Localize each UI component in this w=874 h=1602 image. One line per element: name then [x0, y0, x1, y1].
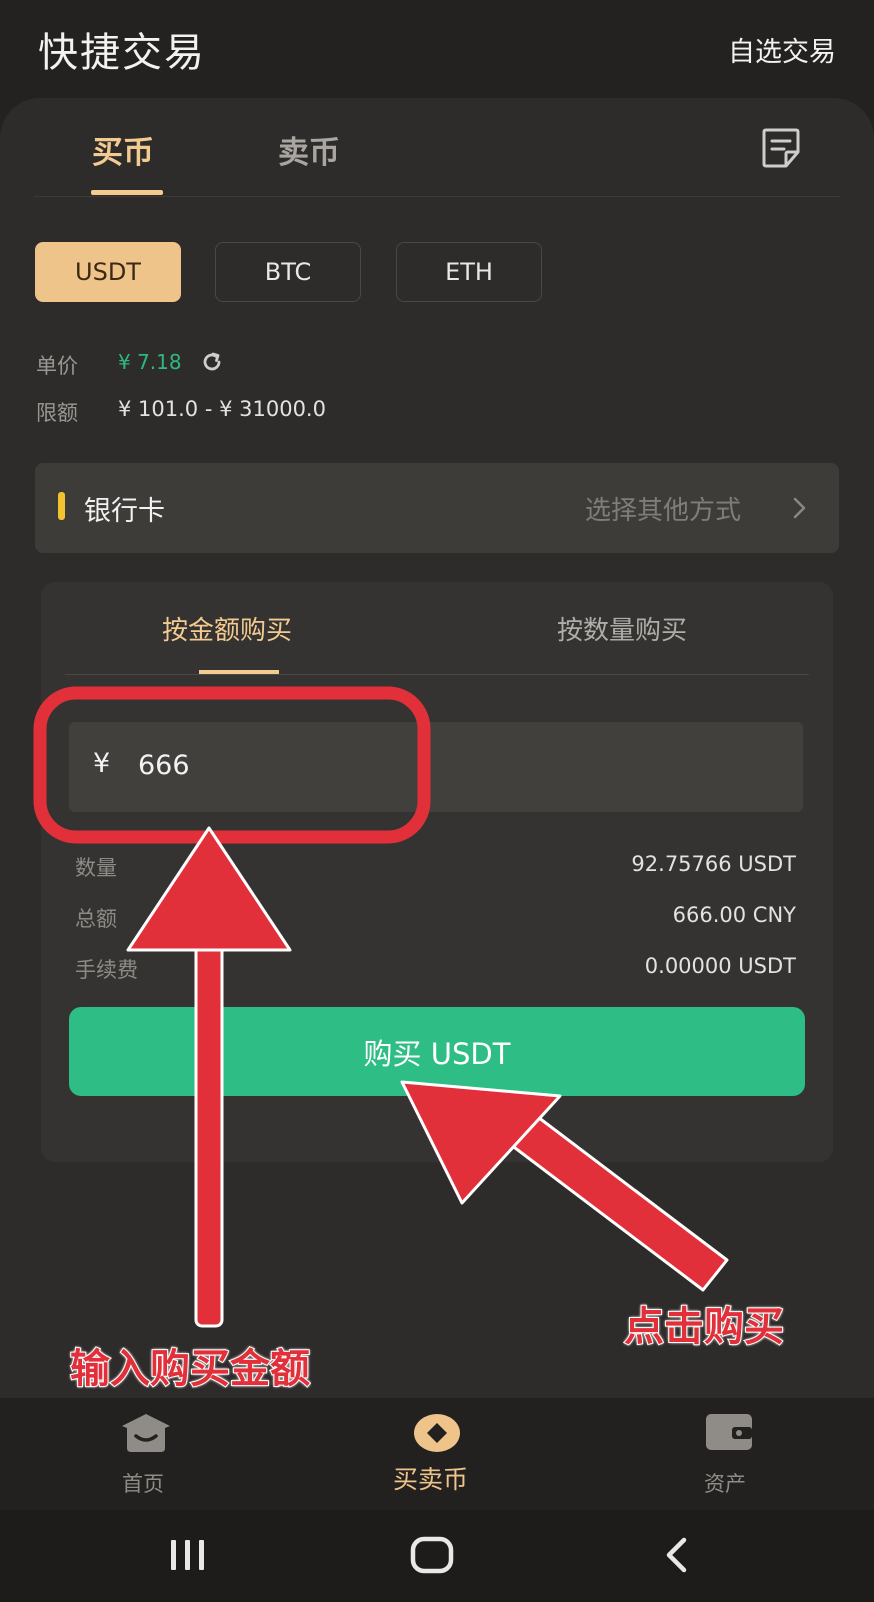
price-label: 单价 [36, 354, 78, 378]
coin-eth-button[interactable]: ETH [396, 242, 542, 302]
limit-value: ¥ 101.0 - ¥ 31000.0 [118, 397, 326, 421]
enter-amount-annotation: 输入购买金额 [69, 1345, 311, 1393]
back-icon[interactable] [662, 1536, 690, 1578]
nav-assets-label[interactable]: 资产 [704, 1468, 746, 1498]
chevron-right-icon [792, 496, 808, 520]
price-value: ¥ 7.18 [118, 350, 182, 374]
fee-value: 0.00000 USDT [644, 954, 796, 978]
choose-other-method[interactable]: 选择其他方式 [585, 490, 741, 527]
buy-usdt-button[interactable]: 购买 USDT [69, 1007, 805, 1096]
total-value: 666.00 CNY [672, 903, 796, 927]
custom-trade-link[interactable]: 自选交易 [728, 30, 836, 69]
wallet-icon[interactable] [704, 1412, 754, 1456]
tab-buy[interactable]: 买币 [92, 127, 154, 172]
trade-icon[interactable] [413, 1412, 461, 1458]
quantity-label: 数量 [75, 856, 117, 880]
tab-buy-by-quantity[interactable]: 按数量购买 [557, 610, 687, 647]
coin-usdt-button[interactable]: USDT [35, 242, 181, 302]
click-buy-annotation: 点击购买 [623, 1303, 785, 1351]
tab-buy-indicator [91, 190, 163, 195]
limit-label: 限额 [36, 401, 78, 425]
tab-sell[interactable]: 卖币 [278, 127, 340, 172]
tab-buy-by-amount[interactable]: 按金额购买 [162, 610, 292, 647]
page-title: 快捷交易 [38, 30, 206, 76]
orders-icon[interactable] [760, 126, 804, 170]
payment-marker [58, 492, 65, 520]
total-label: 总额 [75, 907, 117, 931]
coin-btc-button[interactable]: BTC [215, 242, 361, 302]
home-icon[interactable] [120, 1412, 172, 1458]
tab-divider [34, 196, 840, 197]
home-button-icon[interactable] [410, 1536, 454, 1578]
form-divider [65, 674, 809, 675]
nav-home-label[interactable]: 首页 [122, 1468, 164, 1498]
nav-trade-label[interactable]: 买卖币 [393, 1460, 468, 1496]
refresh-icon[interactable] [200, 350, 224, 374]
quantity-value: 92.75766 USDT [631, 852, 796, 876]
payment-label: 银行卡 [84, 496, 165, 527]
fee-label: 手续费 [75, 958, 138, 982]
recent-apps-icon[interactable] [168, 1538, 208, 1576]
amount-value[interactable]: 666 [138, 750, 190, 781]
currency-symbol: ¥ [93, 748, 111, 779]
